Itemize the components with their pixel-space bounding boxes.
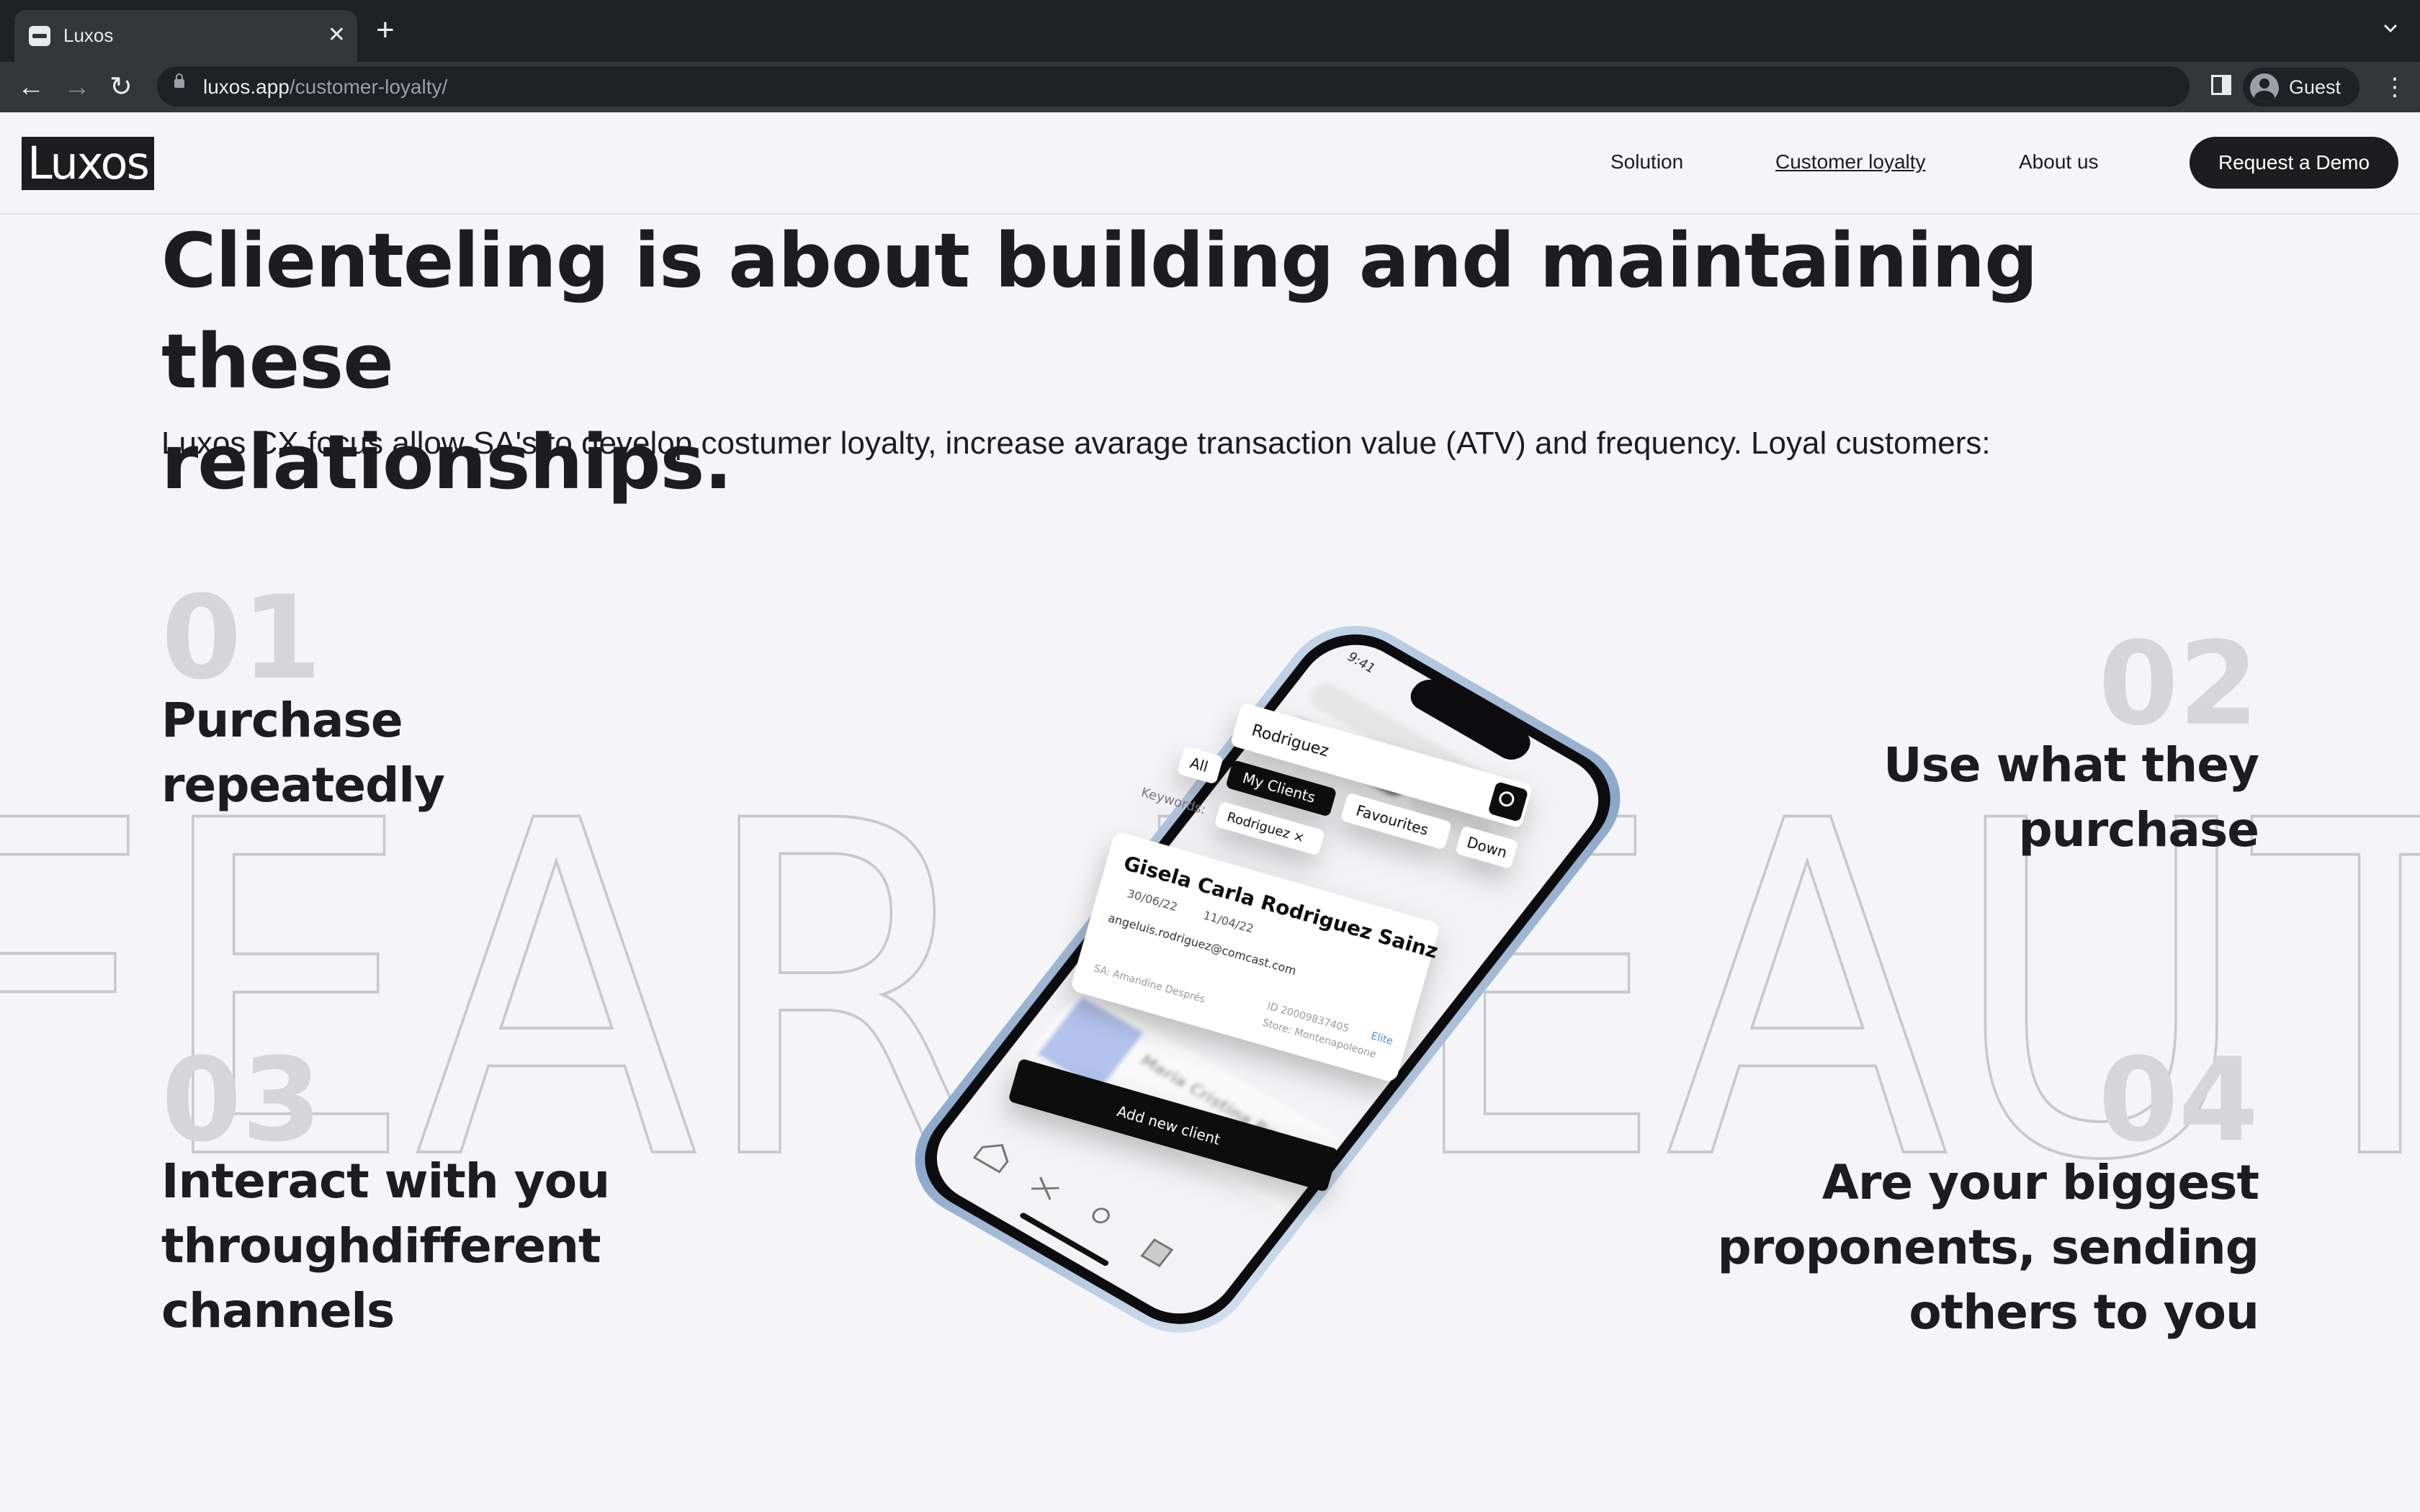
nav-solution[interactable]: Solution [1610,150,1683,174]
tab-search-chevron-icon[interactable] [2383,20,2398,36]
point-04-line-1: Are your biggest [1821,1155,2259,1210]
site-header: Luxos Solution Customer loyalty About us… [0,112,2420,215]
point-number-03: 03 [161,1032,322,1167]
phone-mockup-illustration: 9:41 Maria Cristina Rodriguez Rodriguez [915,626,1621,1333]
nav-about-us[interactable]: About us [2019,150,2099,174]
profile-name: Guest [2289,76,2341,98]
browser-toolbar: ← → ↻ luxos.app/customer-loyalty/ Guest … [0,62,2420,112]
lock-icon[interactable] [174,73,184,88]
point-number-01: 01 [161,570,322,705]
site-favicon-icon [29,26,50,46]
new-tab-button[interactable]: + [376,14,395,46]
point-03-line-2: throughdifferent [161,1218,601,1274]
point-04-line-2: proponents, sending [1717,1220,2259,1275]
point-03-line-1: Interact with you [161,1153,610,1209]
close-tab-icon[interactable]: ✕ [328,23,346,48]
side-panel-icon[interactable] [2211,75,2231,95]
profile-button[interactable]: Guest [2243,68,2360,107]
point-04-line-3: others to you [1909,1284,2259,1340]
headline-line-1: Clienteling is about building and mainta… [161,217,2038,405]
point-03-line-3: channels [161,1283,395,1338]
nav-customer-loyalty[interactable]: Customer loyalty [1775,150,1926,174]
avatar-icon [2250,73,2279,102]
point-text-02: Use what they purchase [1883,733,2259,863]
tab-title: Luxos [63,24,114,46]
url-path: /customer-loyalty/ [289,76,448,98]
browser-menu-icon[interactable]: ⋮ [2383,73,2407,101]
browser-tabstrip: Luxos ✕ + [0,0,2420,62]
reload-button[interactable]: ↻ [109,73,133,101]
point-01-line-2: repeatedly [161,757,445,813]
hero-subtext: Luxos CX focus allow SA's to develop cos… [161,426,1991,461]
back-button[interactable]: ← [17,73,45,101]
point-02-line-1: Use what they [1883,737,2259,793]
site-logo[interactable]: Luxos [22,137,154,190]
request-demo-button[interactable]: Request a Demo [2190,137,2398,189]
point-01-line-1: Purchase [161,693,403,748]
url-host: luxos.app [203,76,290,98]
point-number-02: 02 [2098,616,2259,751]
point-text-03: Interact with you throughdifferent chann… [161,1149,610,1344]
browser-tab[interactable]: Luxos ✕ [14,10,357,62]
point-text-01: Purchase repeatedly [161,688,445,818]
point-number-04: 04 [2098,1032,2259,1167]
forward-button[interactable]: → [63,73,91,101]
point-02-line-2: purchase [2018,802,2259,858]
url-text[interactable]: luxos.app/customer-loyalty/ [203,75,447,99]
point-text-04: Are your biggest proponents, sending oth… [1718,1151,2259,1345]
address-bar[interactable]: luxos.app/customer-loyalty/ [157,66,2190,107]
page-headline: Clienteling is about building and mainta… [161,210,2250,513]
